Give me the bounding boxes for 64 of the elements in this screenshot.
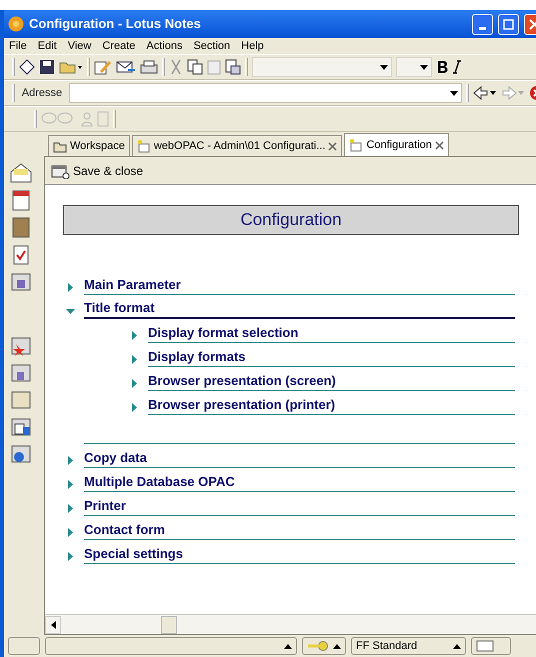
- save-icon[interactable]: [39, 59, 55, 75]
- folder-icon: [53, 140, 67, 152]
- section-link[interactable]: Browser presentation (screen): [148, 373, 515, 391]
- up-arrow-icon: [284, 644, 292, 648]
- menu-item[interactable]: Actions: [146, 38, 182, 54]
- window-title: Configuration - Lotus Notes: [29, 15, 202, 34]
- security-panel[interactable]: [302, 637, 346, 655]
- menu-item[interactable]: Create: [102, 38, 136, 54]
- tab[interactable]: Configuration: [344, 133, 449, 156]
- minimize-icon: [479, 26, 486, 30]
- app-logo-icon: [8, 16, 24, 32]
- copy-icon[interactable]: [187, 59, 203, 75]
- section-link[interactable]: Display formats: [148, 349, 515, 367]
- document-heading: Configuration: [63, 205, 519, 235]
- address-label: Adresse: [20, 86, 64, 101]
- address-field[interactable]: [68, 83, 462, 103]
- italic-icon[interactable]: [452, 60, 462, 74]
- bold-icon[interactable]: [436, 60, 448, 74]
- tab[interactable]: webOPAC - Admin\01 Configurati...: [132, 135, 342, 156]
- save-close-icon: [51, 162, 71, 178]
- save-close-button[interactable]: Save & close: [49, 162, 146, 180]
- maximize-icon: [503, 18, 514, 30]
- size-dropdown[interactable]: [396, 57, 432, 77]
- dropdown-arrow-icon: [420, 64, 428, 70]
- paste-icon[interactable]: [225, 59, 241, 75]
- menu-item[interactable]: Help: [241, 38, 264, 54]
- section-link[interactable]: Display format selection: [148, 325, 515, 343]
- pencil-icon[interactable]: [94, 59, 112, 75]
- style-dropdown[interactable]: FF Standard: [351, 637, 466, 655]
- section-link[interactable]: Browser presentation (printer): [148, 397, 515, 415]
- close-icon[interactable]: [328, 142, 338, 150]
- section-link[interactable]: Main Parameter: [84, 277, 515, 295]
- close-icon[interactable]: [434, 140, 444, 150]
- diamond-icon[interactable]: [19, 59, 35, 75]
- up-arrow-icon: [333, 644, 341, 648]
- printer-icon[interactable]: [140, 59, 158, 75]
- scroll-left-button[interactable]: [45, 616, 61, 634]
- database-icon: [136, 140, 151, 152]
- envelope-icon: [476, 640, 494, 652]
- menu-item[interactable]: Section: [193, 38, 230, 54]
- database-icon: [349, 138, 364, 152]
- minimize-button[interactable]: [472, 14, 493, 34]
- menu-item[interactable]: View: [68, 38, 92, 54]
- mail-panel[interactable]: [471, 637, 511, 655]
- dropdown-arrow-icon: [380, 64, 388, 70]
- section-link[interactable]: Special settings: [84, 546, 515, 564]
- maximize-button[interactable]: [498, 14, 519, 34]
- up-arrow-icon: [453, 644, 461, 648]
- section-link[interactable]: Contact form: [84, 522, 515, 540]
- dropdown-arrow-icon: [450, 90, 458, 96]
- section-link[interactable]: Printer: [84, 498, 515, 516]
- section-link[interactable]: Copy data: [84, 450, 515, 468]
- envelope-icon[interactable]: [116, 59, 136, 75]
- section-link[interactable]: Multiple Database OPAC: [84, 474, 515, 492]
- tab[interactable]: Workspace: [48, 135, 130, 156]
- menu-item[interactable]: File: [9, 38, 27, 54]
- clipboard-icon[interactable]: [207, 59, 221, 75]
- section-link[interactable]: Title format: [84, 300, 515, 319]
- back-arrow-icon[interactable]: [473, 85, 497, 101]
- menu-item[interactable]: Edit: [38, 38, 57, 54]
- scroll-thumb[interactable]: [161, 616, 177, 634]
- left-arrow-icon: [50, 620, 56, 628]
- mail-icon[interactable]: [9, 162, 33, 184]
- key-icon: [307, 641, 329, 651]
